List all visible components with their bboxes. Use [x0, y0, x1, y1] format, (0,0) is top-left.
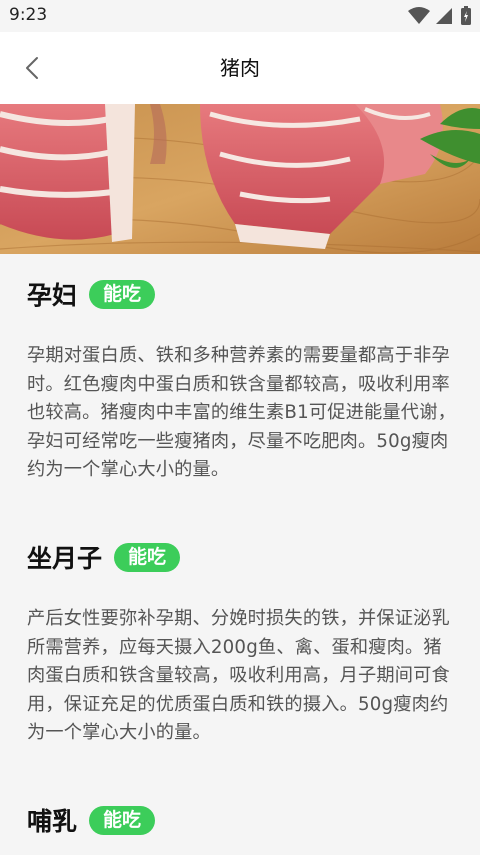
signal-icon	[436, 8, 452, 24]
status-badge: 能吃	[89, 805, 156, 835]
status-icons	[408, 6, 472, 26]
status-bar: 9:23	[0, 0, 480, 32]
section-title: 坐月子	[27, 544, 103, 573]
section-breastfeeding: 哺乳 能吃	[27, 800, 457, 840]
page-title: 猪肉	[220, 56, 260, 80]
section-postpartum: 坐月子 能吃 产后女性要弥补孕期、分娩时损失的铁，并保证泌乳所需营养，应每天摄入…	[27, 537, 457, 748]
back-button[interactable]	[14, 50, 50, 86]
header-bar: 猪肉	[0, 32, 480, 104]
hero-image	[0, 104, 480, 254]
section-title: 哺乳	[27, 807, 78, 836]
section-pregnant: 孕妇 能吃 孕期对蛋白质、铁和多种营养素的需要量都高于非孕时。红色瘦肉中蛋白质和…	[27, 274, 457, 485]
status-time: 9:23	[9, 5, 48, 25]
chevron-left-icon	[26, 57, 38, 79]
section-text: 孕期对蛋白质、铁和多种营养素的需要量都高于非孕时。红色瘦肉中蛋白质和铁含量都较高…	[27, 345, 456, 480]
status-badge: 能吃	[89, 279, 156, 309]
status-badge: 能吃	[114, 542, 181, 572]
content-area: 孕妇 能吃 孕期对蛋白质、铁和多种营养素的需要量都高于非孕时。红色瘦肉中蛋白质和…	[0, 254, 480, 855]
section-title: 孕妇	[27, 281, 78, 310]
wifi-icon	[408, 7, 430, 24]
section-text: 产后女性要弥补孕期、分娩时损失的铁，并保证泌乳所需营养，应每天摄入200g鱼、禽…	[27, 608, 450, 743]
battery-icon	[461, 6, 471, 25]
